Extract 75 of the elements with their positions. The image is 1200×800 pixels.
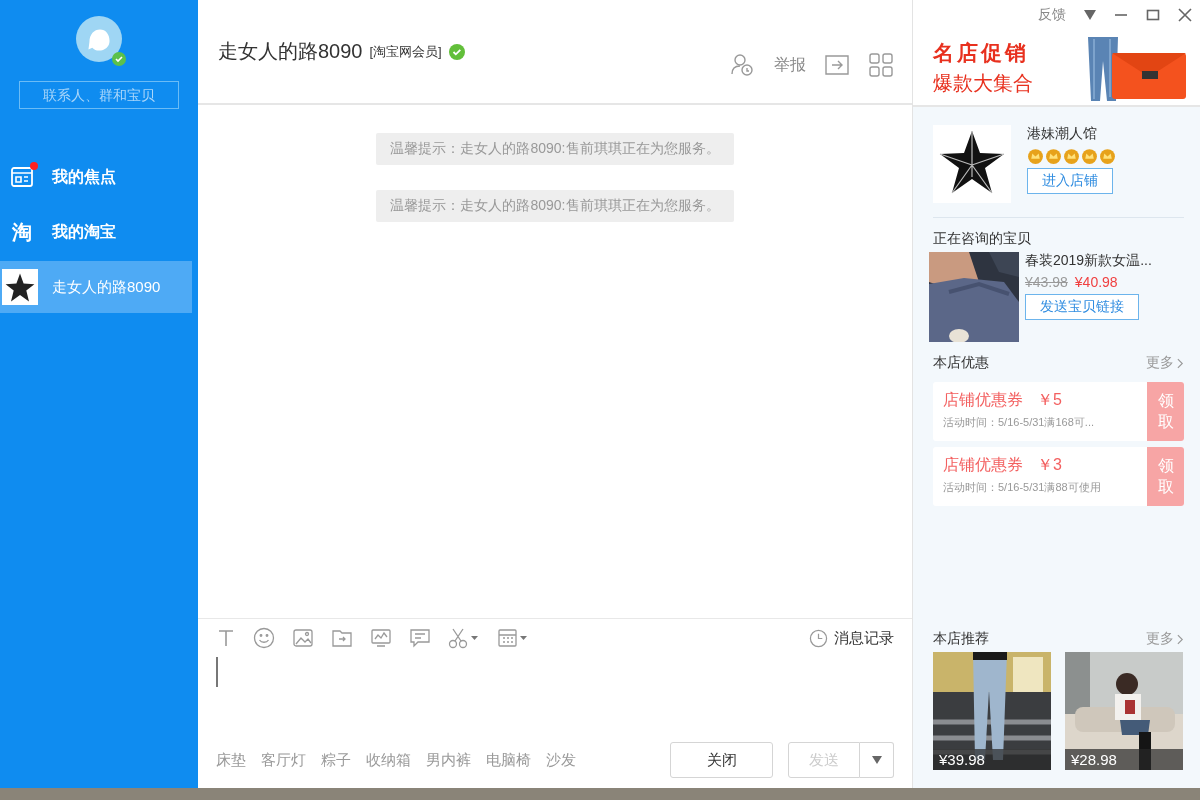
chevron-icon[interactable] — [1177, 357, 1184, 369]
taobao-logo-icon: 淘 — [12, 222, 32, 242]
feedback-link[interactable]: 反馈 — [1038, 6, 1066, 24]
grid-icon[interactable] — [868, 52, 894, 78]
crown-icon — [1063, 147, 1080, 164]
send-options-button[interactable] — [860, 742, 894, 778]
coupon-title: 店铺优惠券 — [943, 455, 1023, 475]
folder-icon[interactable] — [331, 627, 353, 649]
system-message: 温馨提示：走女人的路8090:售前琪琪正在为您服务。 — [376, 133, 734, 165]
sidebar-item-label: 我的淘宝 — [52, 221, 116, 242]
calendar-icon[interactable] — [497, 627, 529, 649]
sidebar-item[interactable]: 我的焦点 — [0, 151, 192, 203]
member-tag: [淘宝网会员] — [369, 42, 442, 61]
shop-name: 港妹潮人馆 — [1027, 125, 1097, 143]
quick-word-link[interactable]: 沙发 — [546, 750, 576, 770]
sidebar-item-label: 我的焦点 — [52, 166, 116, 187]
screen-icon[interactable] — [370, 627, 392, 649]
report-link[interactable]: 举报 — [774, 54, 806, 76]
coupon-title: 店铺优惠券 — [943, 390, 1023, 410]
product-price: ¥28.98 — [1065, 749, 1183, 770]
coupon-amount: ￥3 — [1037, 455, 1062, 475]
quick-word-link[interactable]: 男内裤 — [426, 750, 471, 770]
enter-shop-button[interactable]: 进入店铺 — [1027, 168, 1113, 194]
close-icon[interactable] — [1178, 8, 1192, 22]
chat-title: 走女人的路8090 — [218, 39, 363, 64]
product-title[interactable]: 春装2019新款女温... — [1025, 252, 1152, 270]
product-price: ¥39.98 — [933, 749, 1051, 770]
sidebar-item[interactable]: 淘 我的淘宝 — [0, 206, 192, 258]
emoji-icon[interactable] — [253, 627, 275, 649]
crown-icon — [1045, 147, 1062, 164]
section-heading: 本店推荐 — [933, 630, 989, 648]
dropdown-icon[interactable] — [1084, 10, 1096, 20]
section-heading: 正在咨询的宝贝 — [933, 230, 1031, 248]
transfer-icon[interactable] — [824, 52, 850, 78]
quick-word-link[interactable]: 客厅灯 — [261, 750, 306, 770]
image-icon[interactable] — [292, 627, 314, 649]
promo-banner[interactable]: 名店促销 爆款大集合 — [913, 30, 1200, 107]
history-button[interactable]: 消息记录 — [809, 628, 894, 648]
quick-word-link[interactable]: 床垫 — [216, 750, 246, 770]
chevron-icon[interactable] — [1177, 633, 1184, 645]
quick-word-link[interactable]: 电脑椅 — [486, 750, 531, 770]
send-link-button[interactable]: 发送宝贝链接 — [1025, 294, 1139, 320]
more-link[interactable]: 更多 — [1146, 630, 1174, 648]
caret-icon — [871, 756, 882, 764]
sale-price: ¥40.98 — [1074, 274, 1118, 290]
message-icon[interactable] — [409, 627, 431, 649]
promo-title: 名店促销 — [933, 39, 1030, 66]
more-link[interactable]: 更多 — [1146, 354, 1174, 372]
star-logo[interactable] — [933, 125, 1011, 203]
claim-button[interactable]: 领取 — [1147, 447, 1184, 506]
coupon-terms: 活动时间：5/16-5/31满168可... — [943, 415, 1095, 430]
original-price: ¥43.98 — [1025, 274, 1068, 290]
star-avatar-icon — [2, 268, 38, 306]
clock-icon — [809, 628, 828, 648]
user-avatar[interactable] — [76, 16, 122, 62]
quick-word-link[interactable]: 粽子 — [321, 750, 351, 770]
quick-word-link[interactable]: 收纳箱 — [366, 750, 411, 770]
sidebar-item[interactable]: 走女人的路8090 — [0, 261, 192, 313]
sidebar-item-label: 走女人的路8090 — [52, 277, 161, 297]
coupon-amount: ￥5 — [1037, 390, 1062, 410]
scissors-icon[interactable] — [448, 627, 480, 649]
maximize-icon[interactable] — [1146, 8, 1160, 22]
news-icon — [10, 165, 34, 189]
close-button[interactable]: 关闭 — [670, 742, 773, 778]
crown-icon — [1027, 147, 1044, 164]
search-field[interactable]: 联系人、群和宝贝 — [19, 81, 179, 109]
system-message: 温馨提示：走女人的路8090:售前琪琪正在为您服务。 — [376, 190, 734, 222]
promo-subtitle: 爆款大集合 — [933, 70, 1033, 96]
add-contact-icon[interactable] — [730, 52, 756, 78]
claim-button[interactable]: 领取 — [1147, 382, 1184, 441]
font-icon[interactable] — [216, 628, 236, 648]
coupon-terms: 活动时间：5/16-5/31满88可使用 — [943, 480, 1102, 495]
crown-icon — [1081, 147, 1098, 164]
section-heading: 本店优惠 — [933, 354, 989, 372]
crown-icon — [1099, 147, 1116, 164]
